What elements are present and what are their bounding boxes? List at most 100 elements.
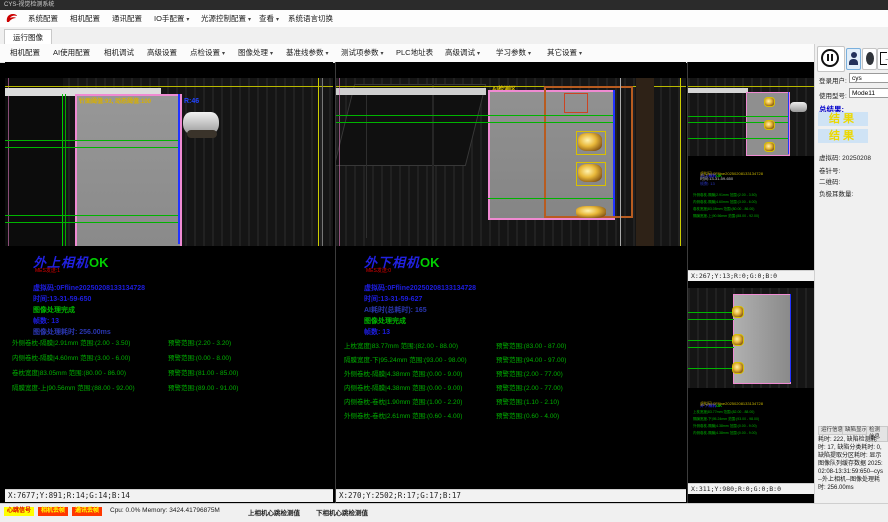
face-id-button[interactable]: [862, 48, 877, 70]
camera-image-upper[interactable]: 针面阈值:93, 动态阈值:100 R:46: [5, 78, 333, 246]
tool-plc-address[interactable]: PLC地址表: [392, 44, 437, 62]
measurement-row: 隔膜宽度-上|90.56mm 范围:(88.00 - 92.00)预警范围:(8…: [12, 382, 135, 392]
measurement-row: 上枕宽度|83.77mm 范围:(82.00 - 88.00)预警范围:(83.…: [344, 340, 458, 350]
virtual-code: 虚拟码:0Ffline20250208133134728: [364, 283, 476, 293]
camera-image-lower[interactable]: AI检测区: [336, 78, 686, 246]
menu-view[interactable]: 查看▾: [254, 10, 284, 27]
login-label: 登录用户:: [819, 75, 847, 85]
pixel-coord-bar-lower: X:270;Y:2502;R:17;G:17;B:17: [336, 489, 686, 502]
menu-bar: 系统配置 相机配置 通讯配置 IO手配置▾ 光源控制配置▾ 查看▾ 系统语言切换: [0, 10, 888, 28]
connector-part: [790, 102, 807, 112]
upper-cam-heartbeat: 上相机心跳检测值: [248, 507, 300, 517]
app-window: CYS-视觉检测系统 系统配置 相机配置 通讯配置 IO手配置▾ 光源控制配置▾…: [0, 0, 888, 522]
tab-marker-box: [764, 142, 775, 152]
needle-label: 卷针号:: [819, 165, 840, 175]
status-bar: 心跳信号 相机丢帧 通讯丢帧 Cpu: 0.0% Memory: 3424.41…: [0, 503, 888, 522]
measurement-row: 外侧卷枕-隔膜|4.38mm 范围:(0.00 - 9.00)预警范围:(2.0…: [344, 368, 462, 378]
tab-run-image[interactable]: 运行图像: [4, 29, 52, 45]
menu-language-switch[interactable]: 系统语言切换: [283, 10, 338, 27]
model-input[interactable]: [849, 88, 888, 98]
mes-status: MES发送:1: [35, 267, 60, 274]
tool-ai-usage-config[interactable]: AI使用配置: [49, 44, 94, 62]
login-user-input[interactable]: [849, 73, 888, 83]
menu-system-config[interactable]: 系统配置: [23, 10, 63, 27]
tool-learning-params[interactable]: 学习参数▾: [492, 44, 535, 62]
tool-baseline-params[interactable]: 基准线参数▾: [282, 44, 333, 62]
threshold-overlay-label: 针面阈值:93, 动态阈值:100: [79, 96, 151, 105]
vcode-label: 虚拟码: 20250208: [819, 152, 871, 162]
tool-image-process[interactable]: 图像处理▾: [234, 44, 277, 62]
side-panel: → 登录用户: 使用型号: 总结果: 结果 结果 虚拟码: 20250208 卷…: [814, 44, 888, 503]
tab-marker-box: [576, 162, 606, 186]
pause-button[interactable]: [817, 46, 845, 72]
model-label: 使用型号:: [819, 90, 847, 100]
menu-light-config[interactable]: 光源控制配置▾: [196, 10, 256, 27]
menu-io-config[interactable]: IO手配置▾: [149, 10, 194, 27]
comm-drop-badge: 通讯丢帧: [72, 507, 102, 516]
tool-advanced-debug[interactable]: 高级调试▾: [441, 44, 484, 62]
user-login-button[interactable]: [846, 48, 861, 70]
menu-camera-config[interactable]: 相机配置: [65, 10, 105, 27]
window-title: CYS-视觉检测系统: [4, 2, 54, 8]
exit-arrow-icon: →: [884, 57, 888, 61]
log-text: 耗时: 222, 缺陷检测耗时: 17, 缺陷分类耗时: 0, 缺陷提取分区耗时…: [818, 436, 884, 492]
camera-view-upper[interactable]: 针面阈值:93, 动态阈值:100 R:46 外上相机OK MES发送:1 虚拟…: [5, 62, 333, 503]
cell-region: [75, 94, 182, 246]
process-done: 图像处理完成: [364, 316, 406, 326]
camera-view-lower[interactable]: AI检测区 外下相机OK MES发送:0 虚拟码:0Ffline2: [335, 62, 686, 503]
result-badge-lower: 结果: [818, 129, 868, 143]
cpu-memory-text: Cpu: 0.0% Memory: 3424.41796875M: [110, 507, 220, 514]
chevron-down-icon: ▾: [528, 51, 531, 57]
process-done: 图像处理完成: [33, 305, 75, 315]
tool-test-params[interactable]: 测试项参数▾: [337, 44, 388, 62]
result-badge-upper: 结果: [818, 112, 868, 126]
tab-strip: 运行图像: [0, 27, 888, 45]
chevron-down-icon: ▾: [579, 51, 582, 57]
chevron-down-icon: ▾: [186, 17, 189, 23]
chevron-down-icon: ▾: [381, 51, 384, 57]
thumbnail-column: 外上相机OK 虚拟码:0Ffline20250208133134728 时间:1…: [687, 62, 815, 503]
chevron-down-icon: ▾: [276, 17, 279, 23]
tab-marker-box: [576, 131, 606, 155]
tool-camera-config[interactable]: 相机配置: [6, 44, 44, 62]
user-icon: [851, 52, 857, 58]
capture-time: 时间:13-31-59-650: [33, 294, 91, 304]
process-time: 图像处理耗时: 256.00ms: [33, 327, 111, 337]
face-icon: [866, 52, 874, 65]
measurement-row: 外侧卷枕-卷枕|2.61mm 范围:(0.60 - 4.00)预警范围:(0.6…: [344, 410, 462, 420]
chevron-down-icon: ▾: [270, 51, 273, 57]
tool-camera-debug[interactable]: 相机调试: [100, 44, 138, 62]
thumbnail-upper[interactable]: 外上相机OK 虚拟码:0Ffline20250208133134728 时间:1…: [688, 62, 815, 281]
mes-status: MES发送:0: [366, 267, 391, 274]
measurement-row: 内侧卷枕-隔膜|4.60mm 范围:(3.00 - 6.00)预警范围:(0.0…: [12, 352, 130, 362]
tool-spot-check[interactable]: 点检设置▾: [186, 44, 229, 62]
pixel-coord-bar-thumb-upper: X:267;Y:13;R:0;G:0;B:0: [688, 270, 815, 281]
tab-count-label: 负极耳数量:: [819, 188, 853, 198]
thumbnail-lower[interactable]: 外下相机OK 虚拟码:0Ffline20250208133134728 上枕宽度…: [688, 282, 815, 503]
tab-glint: [576, 206, 606, 218]
measurement-row: 内侧卷枕-隔膜|4.38mm 范围:(0.00 - 9.00)预警范围:(2.0…: [344, 382, 462, 392]
tab-marker-box: [732, 306, 744, 318]
ai-time: AI耗时(总耗时): 165: [364, 305, 427, 315]
pause-icon: [821, 49, 839, 67]
tool-other-settings[interactable]: 其它设置▾: [543, 44, 586, 62]
camera-drop-badge: 相机丢帧: [38, 507, 68, 516]
defect-rect: [564, 93, 588, 113]
chevron-down-icon: ▾: [222, 51, 225, 57]
chevron-down-icon: ▾: [477, 51, 480, 57]
virtual-code: 虚拟码:0Ffline20250208133134728: [33, 283, 145, 293]
chevron-down-icon: ▾: [248, 17, 251, 23]
tab-marker-box: [732, 334, 744, 346]
frame-count: 帧数: 13: [33, 316, 59, 326]
capture-time: 时间:13-31-59-627: [364, 294, 422, 304]
tool-advanced-settings[interactable]: 高级设置: [143, 44, 181, 62]
r-value-label: R:46: [184, 98, 199, 105]
title-bar: CYS-视觉检测系统: [0, 0, 888, 10]
menu-comm-config[interactable]: 通讯配置: [107, 10, 147, 27]
tab-marker-box: [764, 120, 775, 130]
pixel-coord-bar-thumb-lower: X:311;Y:980;R:0;G:0;B:0: [688, 483, 815, 494]
roi-line: [8, 78, 9, 246]
exit-button[interactable]: →: [877, 48, 888, 70]
tab-marker-box: [732, 362, 744, 374]
measurement-row: 卷枕宽度|83.05mm 范围:(80.00 - 86.00)预警范围:(81.…: [12, 367, 126, 377]
